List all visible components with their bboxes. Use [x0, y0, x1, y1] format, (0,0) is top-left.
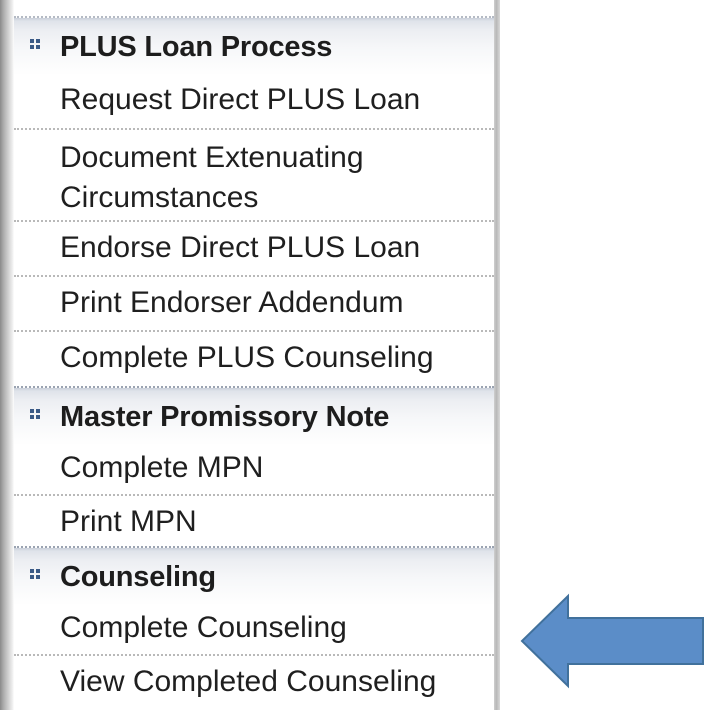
four-dot-bullet-icon — [30, 409, 40, 421]
menu-item-complete-counseling[interactable]: Complete Counseling — [14, 604, 494, 656]
section-header-plus-loan-process: PLUS Loan Process — [14, 16, 494, 74]
section-title: Counseling — [60, 561, 216, 593]
four-dot-bullet-icon — [30, 569, 40, 581]
menu-item-label: Complete PLUS Counseling — [60, 341, 434, 374]
menu-item-endorse-direct-plus-loan[interactable]: Endorse Direct PLUS Loan — [14, 222, 494, 277]
menu-item-label: Complete Counseling — [60, 611, 347, 644]
section-header-master-promissory-note: Master Promissory Note — [14, 386, 494, 444]
four-dot-bullet-icon — [30, 39, 40, 51]
menu-item-print-endorser-addendum[interactable]: Print Endorser Addendum — [14, 277, 494, 332]
menu-item-complete-mpn[interactable]: Complete MPN — [14, 444, 494, 496]
menu-item-print-mpn[interactable]: Print MPN — [14, 496, 494, 546]
arrow-shape — [520, 593, 704, 689]
menu-item-complete-plus-counseling[interactable]: Complete PLUS Counseling — [14, 332, 494, 386]
menu-item-label: Endorse Direct PLUS Loan — [60, 231, 421, 264]
sidebar-right-border — [494, 0, 500, 710]
menu-item-view-completed-counseling[interactable]: View Completed Counseling — [14, 656, 494, 708]
menu-item-label-line2: Circumstances — [60, 181, 259, 214]
section-header-counseling: Counseling — [14, 546, 494, 604]
section-title: Master Promissory Note — [60, 401, 390, 433]
menu-item-document-extenuating-circumstances[interactable]: Document Extenuating Circumstances — [14, 130, 494, 222]
left-arrow-icon — [520, 593, 704, 689]
sidebar-menu: PLUS Loan Process Request Direct PLUS Lo… — [14, 16, 494, 708]
menu-item-label: Complete MPN — [60, 451, 264, 484]
menu-item-label: Print Endorser Addendum — [60, 286, 404, 319]
menu-item-request-direct-plus-loan[interactable]: Request Direct PLUS Loan — [14, 74, 494, 130]
menu-item-label: Request Direct PLUS Loan — [60, 83, 421, 116]
sidebar-left-border — [0, 0, 14, 710]
menu-item-label: View Completed Counseling — [60, 665, 437, 698]
section-title: PLUS Loan Process — [60, 31, 333, 63]
screenshot-stage: PLUS Loan Process Request Direct PLUS Lo… — [0, 0, 705, 710]
menu-item-label-line1: Document Extenuating — [60, 141, 364, 174]
menu-item-label: Print MPN — [60, 505, 197, 538]
